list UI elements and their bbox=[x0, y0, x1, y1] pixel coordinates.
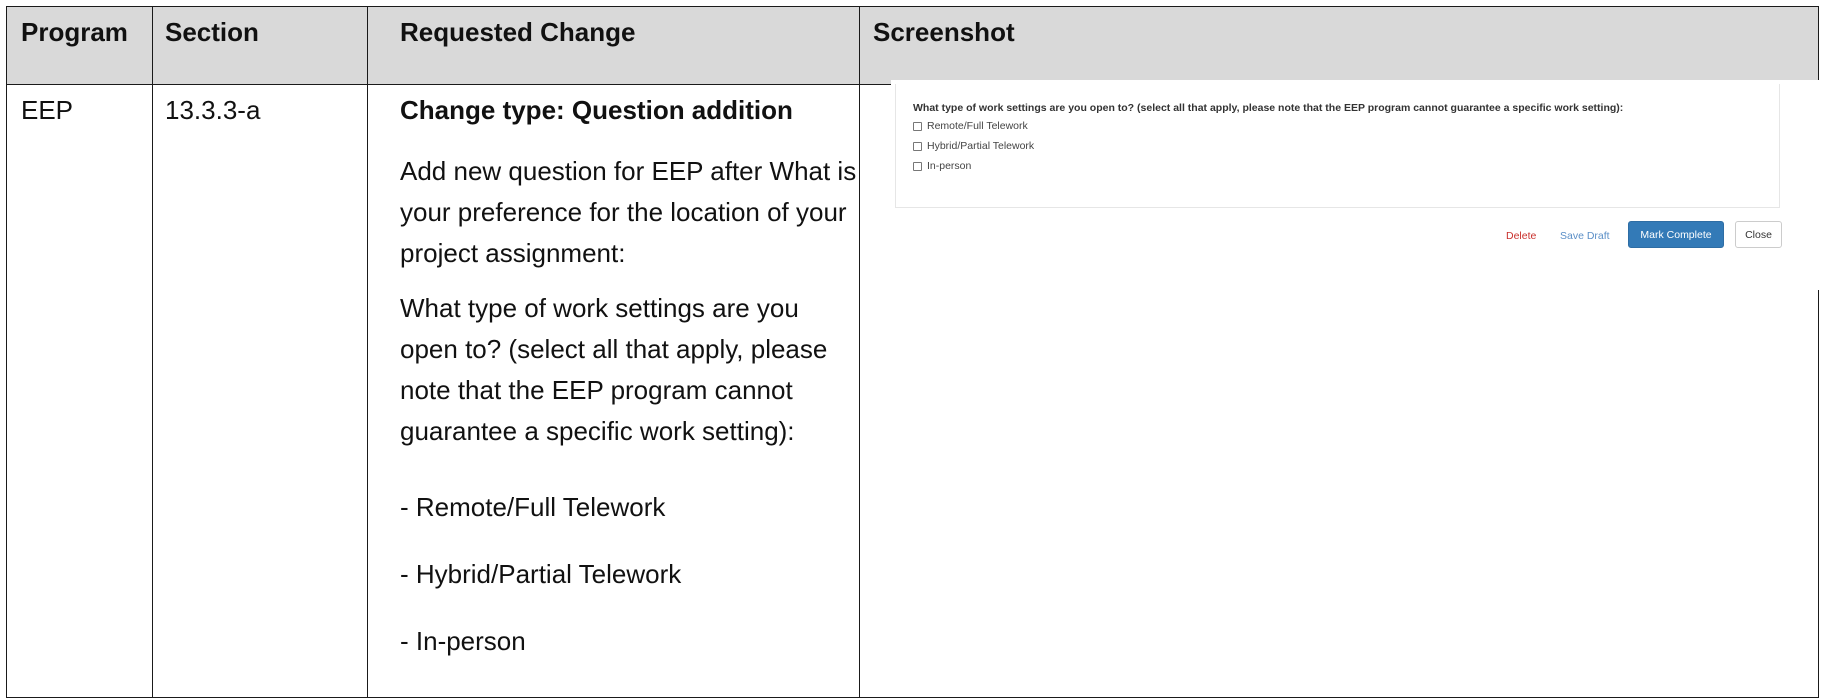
checkbox-option[interactable]: Remote/Full Telework bbox=[913, 120, 1028, 132]
question-text: What type of work settings are you open … bbox=[913, 102, 1344, 114]
description-paragraph: Add new question for EEP after What is y… bbox=[400, 156, 857, 268]
column-divider bbox=[152, 7, 153, 697]
header-requested-change: Requested Change bbox=[400, 17, 636, 47]
delete-button[interactable]: Delete bbox=[1506, 230, 1536, 242]
cell-section: 13.3.3-a bbox=[165, 95, 261, 125]
save-draft-button[interactable]: Save Draft bbox=[1560, 230, 1610, 242]
header-section: Section bbox=[165, 17, 259, 47]
checkbox-label: Remote/Full Telework bbox=[927, 120, 1028, 132]
checkbox-label: Hybrid/Partial Telework bbox=[927, 140, 1035, 152]
cell-program: EEP bbox=[21, 95, 74, 125]
checkbox[interactable] bbox=[913, 121, 922, 131]
option-paragraph: - Remote/Full Telework bbox=[400, 492, 666, 522]
checkbox[interactable] bbox=[913, 141, 922, 151]
question-text-end: program cannot guarantee a specific work… bbox=[1364, 102, 1624, 114]
option-paragraph: - In-person bbox=[400, 626, 526, 656]
mark-complete-button[interactable]: Mark Complete bbox=[1628, 221, 1724, 248]
checkbox-option[interactable]: In-person bbox=[913, 160, 971, 172]
question-label: What type of work settings are you open … bbox=[913, 102, 1623, 114]
question-program-name: EEP bbox=[1343, 102, 1365, 114]
checkbox-label: In-person bbox=[927, 160, 972, 172]
option-paragraph: - Hybrid/Partial Telework bbox=[400, 559, 682, 589]
header-program: Program bbox=[21, 17, 128, 47]
question-panel: What type of work settings are you open … bbox=[895, 84, 1780, 208]
checkbox-option[interactable]: Hybrid/Partial Telework bbox=[913, 140, 1034, 152]
close-button[interactable]: Close bbox=[1735, 221, 1782, 248]
change-type: Change type: Question addition bbox=[400, 95, 793, 125]
header-screenshot: Screenshot bbox=[873, 17, 1015, 47]
question-paragraph: What type of work settings are you open … bbox=[400, 293, 828, 446]
column-divider bbox=[367, 7, 368, 697]
checkbox[interactable] bbox=[913, 161, 922, 171]
embedded-screenshot: What type of work settings are you open … bbox=[891, 80, 1821, 290]
